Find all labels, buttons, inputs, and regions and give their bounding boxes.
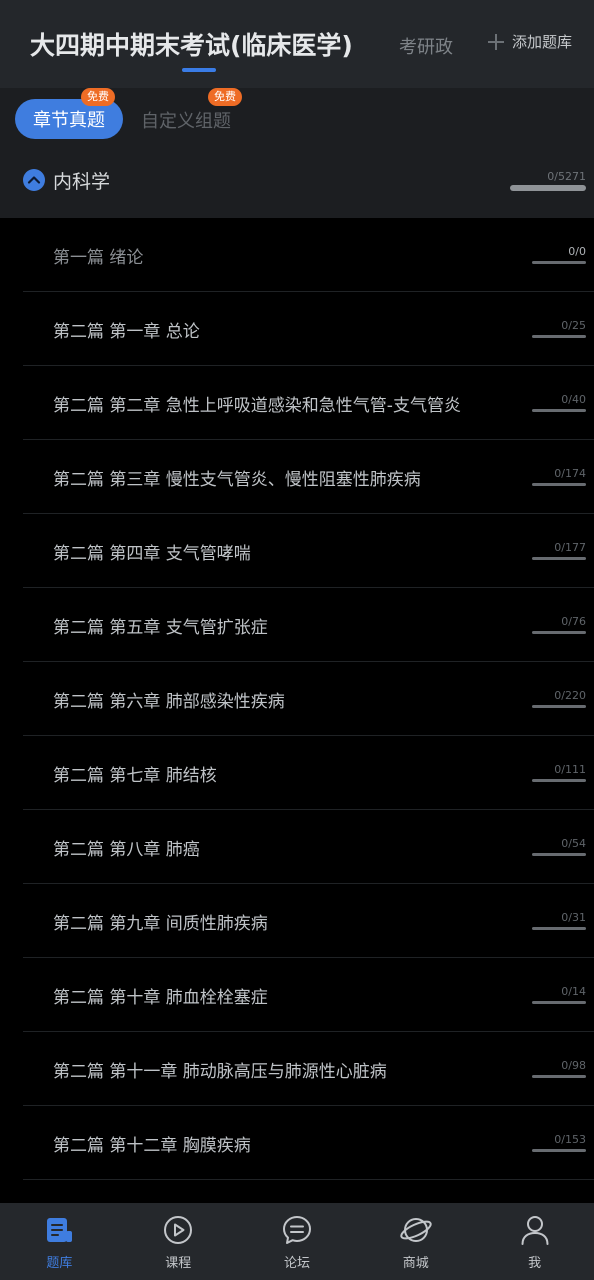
- chapter-title: 第二篇 第十二章 胸膜疾病: [53, 1136, 251, 1156]
- chevron-up-icon[interactable]: [23, 169, 45, 191]
- chapter-progress-bar: [532, 927, 586, 930]
- chapter-progress-count: 0/40: [561, 393, 586, 406]
- add-question-bank-label: 添加题库: [512, 33, 573, 51]
- chapter-title: 第二篇 第十一章 肺动脉高压与肺源性心脏病: [53, 1062, 387, 1082]
- chapter-progress-count: 0/174: [554, 467, 586, 480]
- chapter-progress-count: 0/98: [561, 1059, 586, 1072]
- chapter-progress-bar: [532, 705, 586, 708]
- top-header: 大四期中期末考试(临床医学) 考研政 添加题库: [0, 0, 594, 88]
- chapter-progress-count: 0/31: [561, 911, 586, 924]
- section-progress-bar: [510, 185, 586, 191]
- chapter-progress-bar: [532, 1001, 586, 1004]
- chapter-row[interactable]: 第二篇 第十二章 胸膜疾病 0/153: [23, 1106, 594, 1180]
- chapter-progress-count: 0/177: [554, 541, 586, 554]
- nav-forum[interactable]: 论坛: [238, 1203, 357, 1280]
- free-badge: 免费: [81, 88, 115, 106]
- chapter-progress-bar: [532, 557, 586, 560]
- chapter-list: 第一篇 绪论 0/0 第二篇 第一章 总论 0/25 第二篇 第二章 急性上呼吸道感染和…: [0, 218, 594, 1203]
- chat-bubble-icon: [282, 1216, 311, 1244]
- sub-tabs-bar: 章节真题 免费 自定义组题 免费 内科学 0/5271: [0, 88, 594, 218]
- nav-label: 我: [528, 1256, 542, 1271]
- chapter-row[interactable]: 第二篇 第十章 肺血栓栓塞症 0/14: [23, 958, 594, 1032]
- chapter-progress-count: 0/76: [561, 615, 586, 628]
- chapter-title: 第二篇 第二章 急性上呼吸道感染和急性气管-支气管炎: [53, 396, 461, 416]
- chapter-title: 第二篇 第一章 总论: [53, 322, 200, 342]
- chapter-title: 第二篇 第五章 支气管扩张症: [53, 618, 268, 638]
- tab-custom-quiz[interactable]: 自定义组题: [141, 107, 231, 133]
- plus-icon: [486, 32, 506, 52]
- chapter-progress-bar: [532, 261, 586, 264]
- chapter-progress-count: 0/220: [554, 689, 586, 702]
- chapter-title: 第二篇 第四章 支气管哮喘: [53, 544, 251, 564]
- add-question-bank-button[interactable]: 添加题库: [486, 31, 572, 52]
- chapter-row[interactable]: 第二篇 第三章 慢性支气管炎、慢性阻塞性肺疾病 0/174: [23, 440, 594, 514]
- chapter-title: 第二篇 第七章 肺结核: [53, 766, 217, 786]
- nav-shop[interactable]: 商城: [356, 1203, 475, 1280]
- chapter-row[interactable]: 第二篇 第十一章 肺动脉高压与肺源性心脏病 0/98: [23, 1032, 594, 1106]
- chapter-title: 第二篇 第六章 肺部感染性疾病: [53, 692, 285, 712]
- person-icon: [521, 1216, 549, 1245]
- tab-politics[interactable]: 考研政: [399, 33, 459, 59]
- chapter-progress-count: 0/153: [554, 1133, 586, 1146]
- chapter-row[interactable]: 第二篇 第二章 急性上呼吸道感染和急性气管-支气管炎 0/40: [23, 366, 594, 440]
- chapter-progress-bar: [532, 483, 586, 486]
- chapter-progress-bar: [532, 631, 586, 634]
- chapter-title: 第二篇 第十章 肺血栓栓塞症: [53, 988, 268, 1008]
- nav-label: 商城: [402, 1256, 429, 1271]
- chapter-progress-count: 0/111: [554, 763, 586, 776]
- chapter-progress-bar: [532, 1075, 586, 1078]
- section-title: 内科学: [53, 171, 111, 193]
- chapter-row[interactable]: 第二篇 第七章 肺结核 0/111: [23, 736, 594, 810]
- section-progress-count: 0/5271: [547, 170, 586, 183]
- nav-label: 课程: [165, 1256, 192, 1271]
- chapter-progress-count: 0/25: [561, 319, 586, 332]
- chapter-row[interactable]: 第二篇 第五章 支气管扩张症 0/76: [23, 588, 594, 662]
- bottom-nav: 题库 课程 论坛 商城 我: [0, 1203, 594, 1280]
- free-badge: 免费: [208, 88, 242, 106]
- chapter-row[interactable]: 第二篇 第十三章 睡眠呼吸暂停低通气综合征0/1: [23, 1180, 594, 1203]
- chapter-progress-bar: [532, 853, 586, 856]
- chapter-title: 第二篇 第九章 间质性肺疾病: [53, 914, 268, 934]
- nav-label: 题库: [46, 1256, 73, 1271]
- chapter-progress-bar: [532, 1149, 586, 1152]
- chapter-row[interactable]: 第二篇 第六章 肺部感染性疾病 0/220: [23, 662, 594, 736]
- chapter-progress-count: 0/54: [561, 837, 586, 850]
- nav-me[interactable]: 我: [475, 1203, 594, 1280]
- chapter-progress-count: 0/0: [568, 245, 586, 258]
- chapter-row[interactable]: 第二篇 第九章 间质性肺疾病 0/31: [23, 884, 594, 958]
- chapter-title: 第一篇 绪论: [53, 248, 144, 268]
- chapter-progress-count: 0/14: [561, 985, 586, 998]
- planet-icon: [400, 1218, 432, 1242]
- nav-question-bank[interactable]: 题库: [0, 1203, 119, 1280]
- section-header-internal-medicine[interactable]: 内科学 0/5271: [23, 167, 586, 197]
- chapter-row[interactable]: 第二篇 第四章 支气管哮喘 0/177: [23, 514, 594, 588]
- active-tab-indicator: [182, 68, 216, 72]
- chapter-progress-bar: [532, 335, 586, 338]
- chapter-row[interactable]: 第二篇 第八章 肺癌 0/54: [23, 810, 594, 884]
- play-circle-icon: [164, 1216, 193, 1244]
- exam-title-tab[interactable]: 大四期中期末考试(临床医学): [30, 26, 353, 62]
- chapter-row[interactable]: 第一篇 绪论 0/0: [23, 218, 594, 292]
- nav-courses[interactable]: 课程: [119, 1203, 238, 1280]
- nav-label: 论坛: [283, 1256, 310, 1271]
- chapter-progress-bar: [532, 409, 586, 412]
- chapter-title: 第二篇 第三章 慢性支气管炎、慢性阻塞性肺疾病: [53, 470, 421, 490]
- chapter-title: 第二篇 第八章 肺癌: [53, 840, 200, 860]
- chapter-progress-bar: [532, 779, 586, 782]
- question-bank-icon: [47, 1218, 73, 1242]
- chapter-row[interactable]: 第二篇 第一章 总论 0/25: [23, 292, 594, 366]
